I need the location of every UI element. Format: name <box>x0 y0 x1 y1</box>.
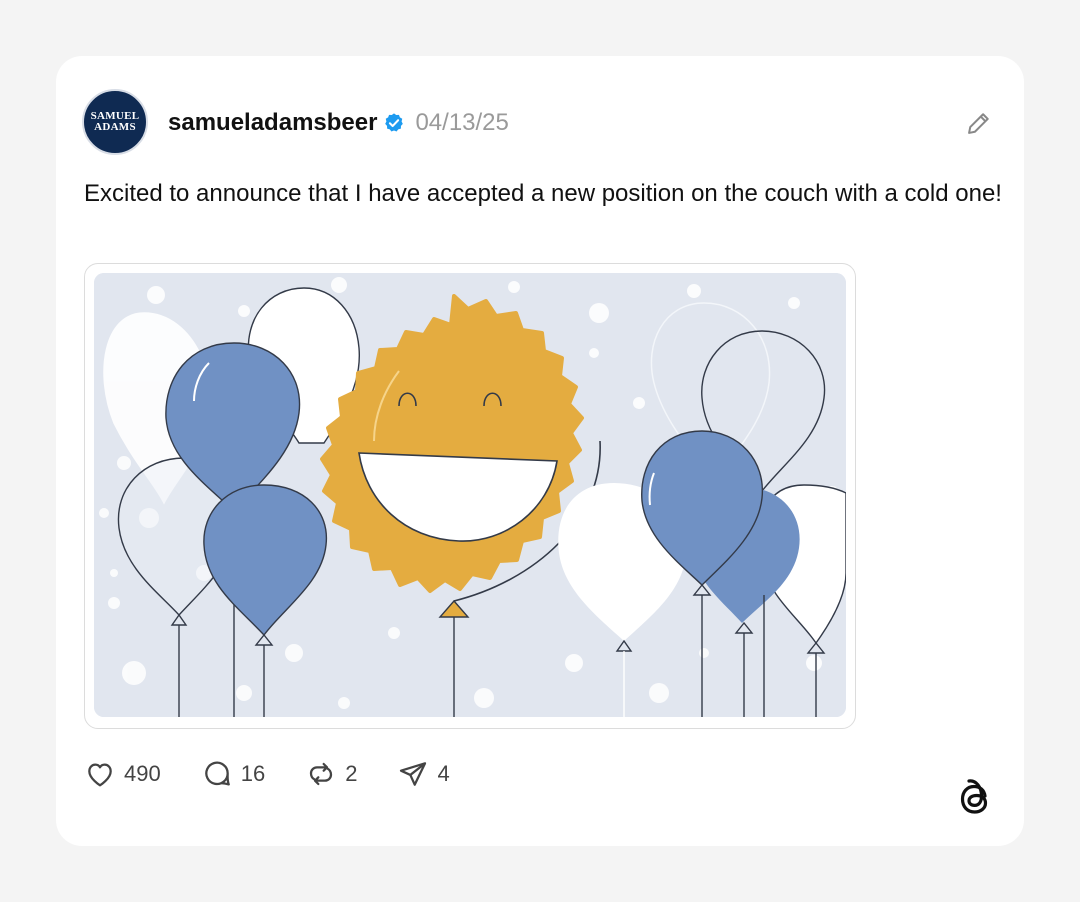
like-button[interactable]: 490 <box>84 758 161 790</box>
reply-icon <box>204 761 230 786</box>
reply-count: 16 <box>240 761 266 786</box>
post-image <box>94 273 846 717</box>
share-icon <box>400 762 427 786</box>
share-count: 4 <box>437 761 450 786</box>
post-image-frame[interactable] <box>84 263 856 729</box>
threads-logo-icon <box>954 774 996 822</box>
avatar-text-line-2: ADAMS <box>94 121 136 133</box>
post-card: SAMUEL ADAMS samueladamsbeer 04/13/25 Ex… <box>56 56 1024 846</box>
heart-icon <box>88 763 112 787</box>
post-date: 04/13/25 <box>415 109 509 136</box>
edit-button[interactable] <box>964 108 994 138</box>
repost-count: 2 <box>345 761 358 786</box>
post-actions: 490 16 2 4 <box>84 756 490 792</box>
verified-badge-icon <box>383 112 405 134</box>
username[interactable]: samueladamsbeer <box>168 109 377 137</box>
repost-button[interactable]: 2 <box>305 758 357 790</box>
smiley-balloons-illustration <box>94 273 846 717</box>
reply-button[interactable]: 16 <box>201 758 265 790</box>
like-count: 490 <box>124 761 161 786</box>
post-header: samueladamsbeer 04/13/25 <box>168 108 509 138</box>
post-text: Excited to announce that I have accepted… <box>84 180 1002 207</box>
pencil-icon <box>968 113 989 134</box>
avatar[interactable]: SAMUEL ADAMS <box>82 89 148 155</box>
repost-icon <box>310 762 333 786</box>
share-button[interactable]: 4 <box>397 758 450 790</box>
